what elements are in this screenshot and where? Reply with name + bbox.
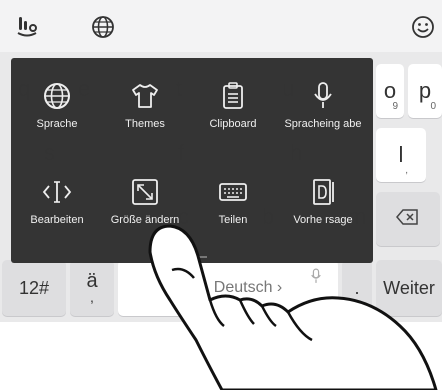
key-l[interactable]: l , [376,128,426,182]
menu-item-label: Bearbeiten [30,214,84,226]
keyboard-options-menu: Sprache Themes Clipboard Spracheing abe [11,58,373,263]
space-key-label: Deutsch › [213,279,283,296]
menu-item-bearbeiten[interactable]: Bearbeiten [17,166,97,246]
key-a-umlaut-label: ä [86,270,98,292]
key-a-umlaut[interactable]: ä , [70,260,114,316]
globe-icon [44,83,70,109]
menu-item-label: Clipboard [209,118,257,130]
backspace-icon [396,206,420,232]
key-p-sub: 0 [430,101,436,112]
keyboard-split-icon [219,183,247,201]
globe-icon[interactable] [90,14,116,40]
clipboard-icon [223,82,243,109]
enter-key-label: Weiter [383,277,435,298]
resize-icon [132,179,158,205]
menu-item-spracheingabe[interactable]: Spracheing abe [283,70,363,150]
tshirt-icon [132,84,158,108]
key-p-label: p [418,78,432,103]
key-l-sub: , [405,165,408,176]
period-key[interactable]: . [342,260,372,316]
menu-item-label: Themes [125,118,165,130]
emoji-icon[interactable] [410,14,436,40]
menu-item-label: Größe ändern [110,214,180,226]
swipe-typing-icon[interactable] [14,14,40,40]
keyboard-toolbar [0,0,442,52]
menu-item-label: Teilen [218,214,248,226]
menu-page-indicator [179,256,207,258]
enter-key[interactable]: Weiter [376,260,442,316]
key-o-sub: 9 [392,101,398,112]
menu-item-teilen[interactable]: Teilen [193,166,273,246]
menu-item-label: Vorhe rsage [293,214,353,226]
key-l-label: l [398,142,404,167]
microphone-icon [310,268,322,289]
space-key[interactable]: Deutsch › [118,260,338,316]
numbers-key[interactable]: 12# [2,260,66,316]
backspace-key[interactable] [376,192,440,246]
menu-item-vorhersage[interactable]: Vorhe rsage [283,166,363,246]
menu-item-groesse-aendern[interactable]: Größe ändern [105,166,185,246]
period-key-label: . [354,277,360,298]
prediction-icon [313,179,334,205]
key-o[interactable]: o 9 [376,64,404,118]
numbers-key-label: 12# [18,277,50,298]
key-p[interactable]: p 0 [408,64,442,118]
menu-item-sprache[interactable]: Sprache [17,70,97,150]
menu-item-label: Spracheing abe [284,118,362,130]
menu-item-themes[interactable]: Themes [105,70,185,150]
menu-item-clipboard[interactable]: Clipboard [193,70,273,150]
text-cursor-icon [42,181,72,203]
microphone-icon [314,82,332,108]
key-a-umlaut-sub: , [90,289,94,305]
menu-item-label: Sprache [36,118,78,130]
